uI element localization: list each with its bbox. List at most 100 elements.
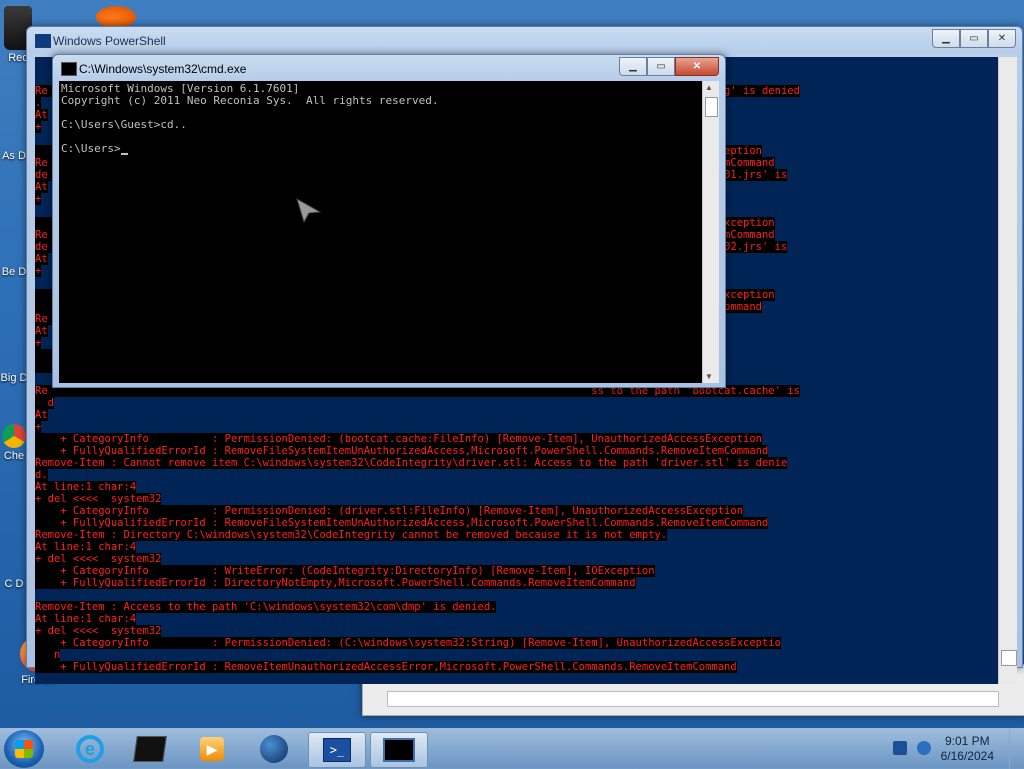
scroll-up-icon[interactable]: ▲	[705, 83, 713, 92]
desktop-icon-app-2[interactable]: Be D	[0, 266, 28, 278]
cmd-taskbar-icon	[133, 736, 167, 762]
maximize-icon: ▭	[969, 33, 979, 44]
taskbar-ie[interactable]: e	[62, 732, 118, 766]
horizontal-scrollbar[interactable]	[387, 691, 999, 707]
ps-output-line: +	[35, 265, 42, 277]
network-icon[interactable]	[893, 741, 907, 755]
desktop-icon-app-4[interactable]: C D	[0, 578, 28, 590]
ps-output-line: At line:1 char:4	[35, 613, 137, 625]
volume-icon[interactable]	[917, 741, 931, 755]
globe-icon	[260, 735, 288, 763]
taskbar-media[interactable]: ▶	[184, 732, 240, 766]
scrollbar-thumb[interactable]	[1001, 650, 1017, 666]
ps-output-line: + CategoryInfo : WriteError: (CodeIntegr…	[35, 565, 655, 577]
cmd-output-line: Copyright (c) 2011 Neo Reconia Sys. All …	[61, 94, 439, 107]
ps-output-line: +	[35, 121, 42, 133]
desktop-icon-label: Rec	[8, 52, 28, 64]
ps-output-line: d	[35, 397, 54, 409]
maximize-button[interactable]: ▭	[960, 29, 988, 48]
ps-output-line: + CategoryInfo : PermissionDenied: (boot…	[35, 433, 762, 445]
desktop-icon-label: Big D	[0, 372, 28, 384]
scroll-down-icon[interactable]: ▼	[705, 372, 713, 381]
caption-buttons: ▁ ▭ ✕	[932, 29, 1016, 48]
caption-buttons: ▁ ▭ ✕	[619, 57, 719, 76]
media-player-icon: ▶	[200, 737, 224, 761]
ps-output-line: + FullyQualifiedErrorId : RemoveFileSyst…	[35, 517, 769, 529]
vertical-scrollbar[interactable]: ▲ ▼	[702, 81, 719, 383]
ps-output-line: .	[35, 97, 42, 109]
cmd-console[interactable]: Microsoft Windows [Version 6.1.7601] Copy…	[59, 81, 704, 383]
close-button[interactable]: ✕	[675, 57, 719, 76]
text-cursor	[120, 153, 128, 155]
clock-date: 6/16/2024	[940, 749, 994, 763]
show-desktop-button[interactable]	[1009, 729, 1024, 769]
desktop-icon-label: Be D	[1, 266, 27, 278]
taskbar: e ▶ >_ 9:01 PM 6/16/2024	[0, 728, 1024, 769]
desktop-icon-app-3[interactable]: Big D	[0, 372, 28, 384]
ps-output-line: d.	[35, 469, 48, 481]
cmd-window[interactable]: C:\Windows\system32\cmd.exe ▁ ▭ ✕ Micros…	[52, 54, 726, 388]
ps-output-line: + del <<<< system32	[35, 553, 162, 565]
ps-output-line: + del <<<< system32	[35, 625, 162, 637]
cmd-window-icon	[383, 738, 415, 762]
powershell-titlebar[interactable]: Windows PowerShell ▁ ▭ ✕	[27, 27, 1022, 53]
vertical-scrollbar[interactable]	[998, 57, 1017, 684]
start-button[interactable]	[4, 730, 44, 768]
ps-output-line: At	[35, 325, 48, 337]
minimize-icon: ▁	[942, 33, 950, 44]
taskbar-cmd-2[interactable]	[370, 732, 428, 768]
ps-output-line: At	[35, 253, 48, 265]
window-title: C:\Windows\system32\cmd.exe	[79, 62, 247, 76]
ps-output-line: At line:1 char:4	[35, 481, 137, 493]
close-button[interactable]: ✕	[988, 29, 1016, 48]
desktop-icon-label: C D	[4, 578, 24, 590]
close-icon: ✕	[692, 61, 702, 72]
minimize-button[interactable]: ▁	[619, 57, 647, 76]
ps-output-line: + CategoryInfo : PermissionDenied: (driv…	[35, 505, 744, 517]
desktop-icon-app-1[interactable]: As D	[0, 150, 28, 162]
ie-icon: e	[76, 735, 104, 763]
ps-output-line: At line:1 char:4	[35, 541, 137, 553]
mouse-pointer-icon	[296, 198, 322, 224]
cmd-icon	[61, 62, 77, 76]
maximize-button[interactable]: ▭	[647, 57, 675, 76]
ps-output-line: + FullyQualifiedErrorId : RemoveItemUnau…	[35, 661, 737, 673]
taskbar-globe[interactable]	[246, 732, 302, 766]
minimize-icon: ▁	[629, 61, 637, 72]
system-tray	[893, 741, 931, 755]
window-title: Windows PowerShell	[53, 34, 166, 48]
ps-output-line: + FullyQualifiedErrorId : DirectoryNotEm…	[35, 577, 636, 589]
taskbar-powershell[interactable]: >_	[308, 732, 366, 768]
cmd-output-line: C:\Users>	[61, 143, 128, 155]
ps-output-line: Remove-Item : Cannot remove item C:\wind…	[35, 457, 788, 469]
desktop-icon-label: As D	[2, 150, 26, 162]
minimize-button[interactable]: ▁	[932, 29, 960, 48]
ps-output-line: At	[35, 181, 48, 193]
taskbar-cmd-1[interactable]	[122, 732, 178, 766]
maximize-icon: ▭	[656, 61, 666, 72]
fish-icon	[96, 6, 136, 28]
ps-output-line: At	[35, 409, 48, 421]
powershell-icon	[35, 34, 51, 48]
ps-output-line: +	[35, 421, 42, 433]
clock-time: 9:01 PM	[944, 734, 990, 748]
ps-output-line: +	[35, 193, 42, 205]
ps-output-line: + CategoryInfo : PermissionDenied: (C:\w…	[35, 637, 781, 649]
chrome-icon	[2, 424, 26, 448]
close-icon: ✕	[997, 33, 1007, 44]
scrollbar-thumb[interactable]	[705, 97, 718, 117]
windows-logo-icon	[15, 740, 33, 758]
clock[interactable]: 9:01 PM 6/16/2024	[941, 734, 994, 764]
ps-output-line: At	[35, 109, 48, 121]
ps-output-line: Remove-Item : Directory C:\windows\syste…	[35, 529, 668, 541]
cmd-titlebar[interactable]: C:\Windows\system32\cmd.exe ▁ ▭ ✕	[53, 55, 725, 81]
ps-output-line: Remove-Item : Access to the path 'C:\win…	[35, 601, 497, 613]
desktop-icon-chrome[interactable]: Che	[0, 424, 28, 462]
ps-output-line: n	[35, 649, 61, 661]
powershell-icon: >_	[323, 738, 351, 762]
ps-output-line: + del <<<< system32	[35, 493, 162, 505]
ps-output-line: +	[35, 337, 42, 349]
cmd-output-line: C:\Users\Guest>cd..	[61, 118, 187, 131]
desktop-icon-label: Che	[3, 450, 25, 462]
ps-output-line: + FullyQualifiedErrorId : RemoveFileSyst…	[35, 445, 769, 457]
